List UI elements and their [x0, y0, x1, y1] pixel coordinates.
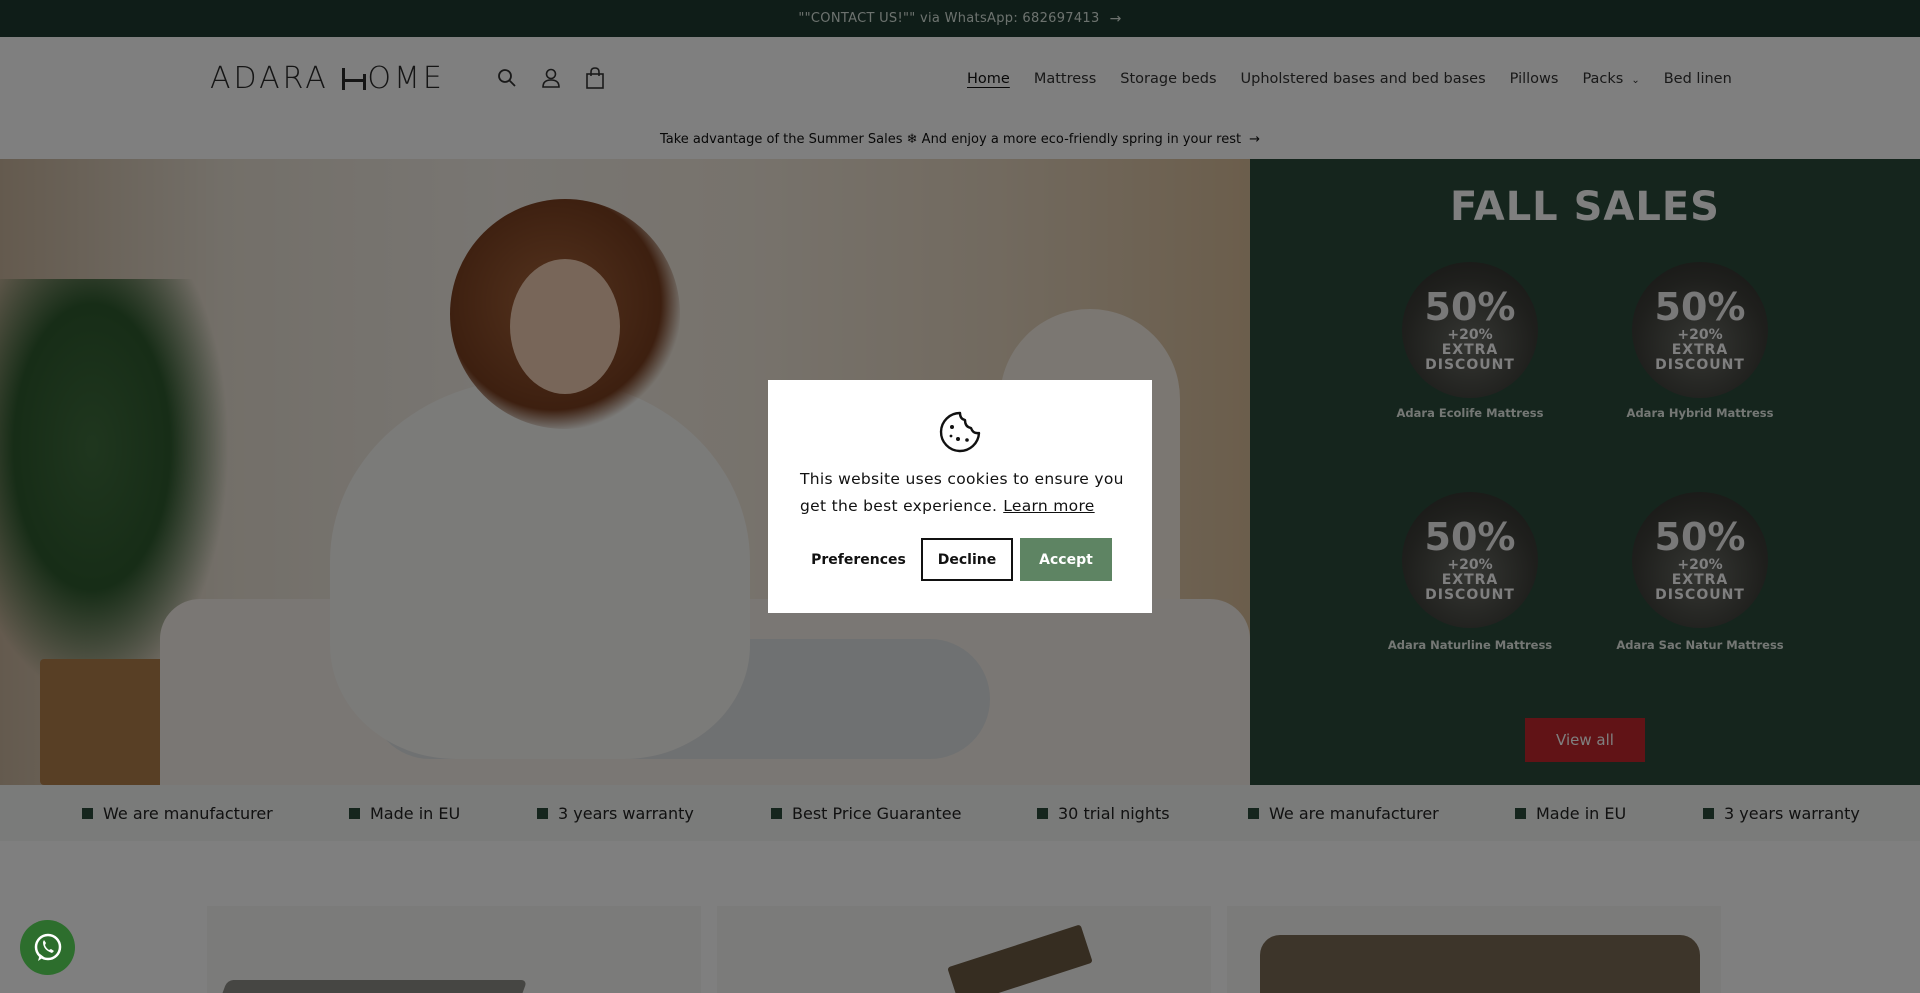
cookie-icon: [939, 411, 981, 453]
accept-button[interactable]: Accept: [1020, 538, 1112, 581]
whatsapp-button[interactable]: [20, 920, 75, 975]
decline-button[interactable]: Decline: [921, 538, 1013, 581]
whatsapp-icon: [34, 933, 61, 961]
learn-more-link[interactable]: Learn more: [1003, 497, 1094, 515]
cookie-dialog: This website uses cookies to ensure you …: [768, 380, 1152, 613]
cookie-message: This website uses cookies to ensure you …: [800, 466, 1130, 520]
preferences-button[interactable]: Preferences: [800, 538, 917, 581]
